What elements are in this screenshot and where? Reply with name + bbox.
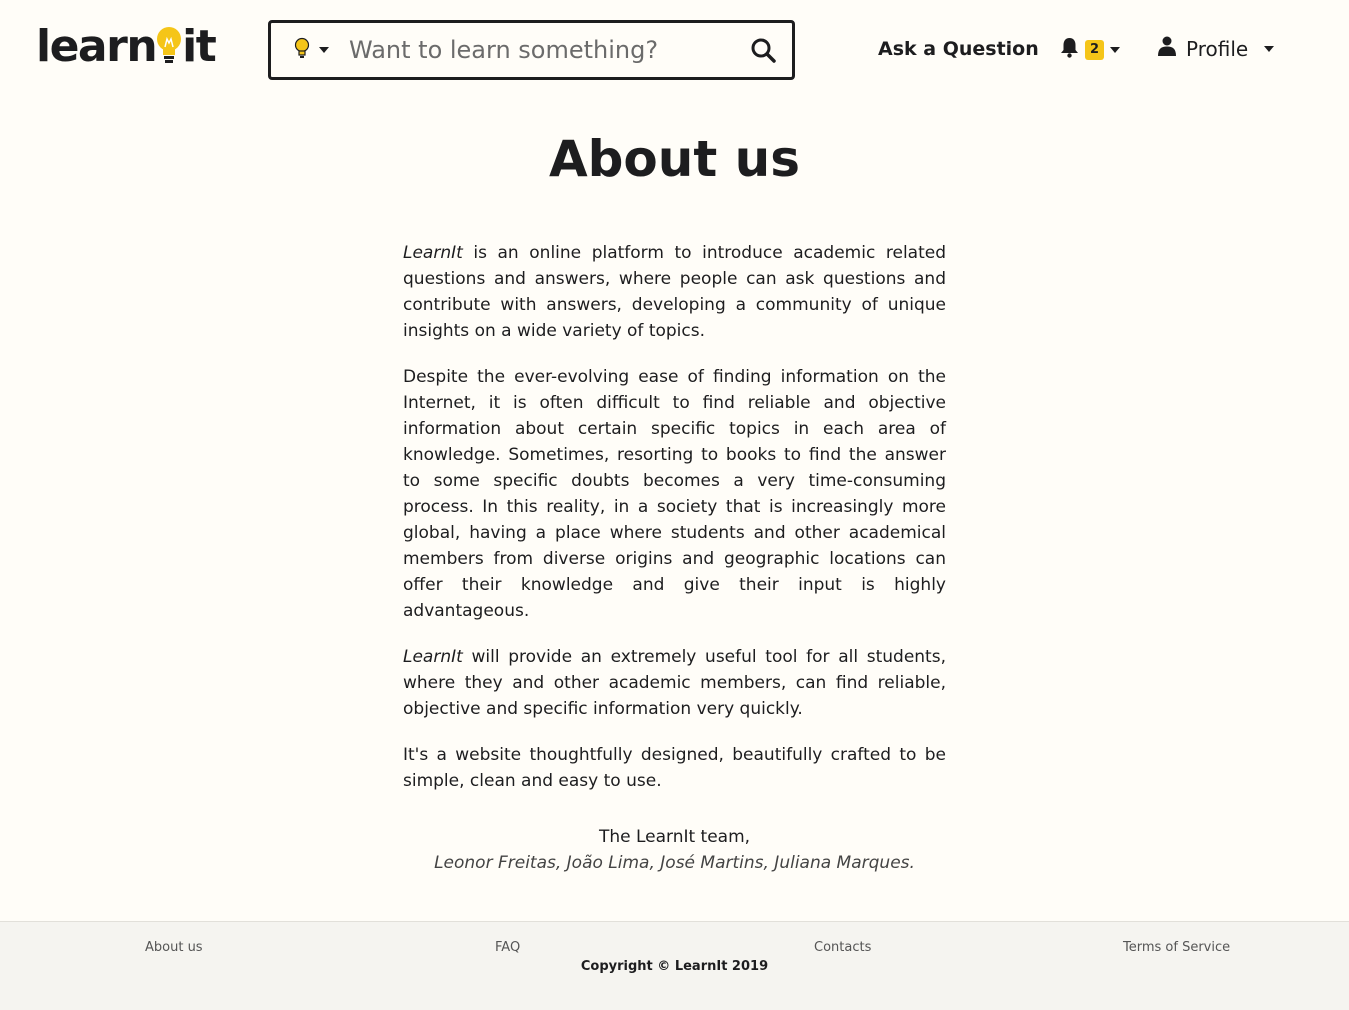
about-paragraph-1: LearnIt is an online platform to introdu… [403,240,946,344]
ask-question-link[interactable]: Ask a Question [878,38,1039,60]
about-paragraph-2: Despite the ever-evolving ease of findin… [403,367,946,621]
search-bar [268,20,795,80]
logo-bulb-icon [154,25,184,69]
about-content: LearnIt is an online platform to introdu… [403,240,946,814]
chevron-down-icon [1110,46,1121,53]
paragraph-text: is an online platform to introduce acade… [403,243,946,341]
signature-authors: Leonor Freitas, João Lima, José Martins,… [434,853,915,873]
user-icon [1158,36,1176,61]
profile-dropdown[interactable]: Profile [1158,36,1275,61]
brand-name: LearnIt [403,647,463,667]
search-icon[interactable] [750,37,776,67]
lightbulb-icon [293,37,311,63]
about-paragraph-4: It's a website thoughtfully designed, be… [403,745,946,791]
copyright: Copyright © LearnIt 2019 [580,959,769,974]
navbar: learn it Want to learn something? Ask a … [0,0,1349,100]
notifications-dropdown[interactable]: 2 [1060,37,1121,62]
logo[interactable]: learn it [36,21,217,72]
notification-count-badge: 2 [1085,39,1105,60]
about-paragraph-3: LearnIt will provide an extremely useful… [403,644,946,722]
chevron-down-icon [1264,45,1275,52]
footer: About us FAQ Contacts Terms of Service C… [0,921,1349,1010]
logo-text-left: learn [36,21,158,72]
page-title: About us [548,130,801,188]
logo-text-right: it [182,21,217,72]
search-category-dropdown[interactable] [293,37,329,63]
search-input[interactable] [349,36,729,64]
footer-link-faq[interactable]: FAQ [495,940,520,955]
footer-link-contacts[interactable]: Contacts [814,940,871,955]
bell-icon [1060,37,1079,62]
signature-team: The LearnIt team, [598,827,751,847]
brand-name: LearnIt [403,243,463,263]
signature-block: The LearnIt team, Leonor Freitas, João L… [0,824,1349,876]
chevron-down-icon [319,47,329,53]
footer-link-about[interactable]: About us [145,940,203,955]
profile-label: Profile [1186,36,1249,61]
paragraph-text: will provide an extremely useful tool fo… [403,647,946,719]
footer-link-terms[interactable]: Terms of Service [1123,940,1230,955]
